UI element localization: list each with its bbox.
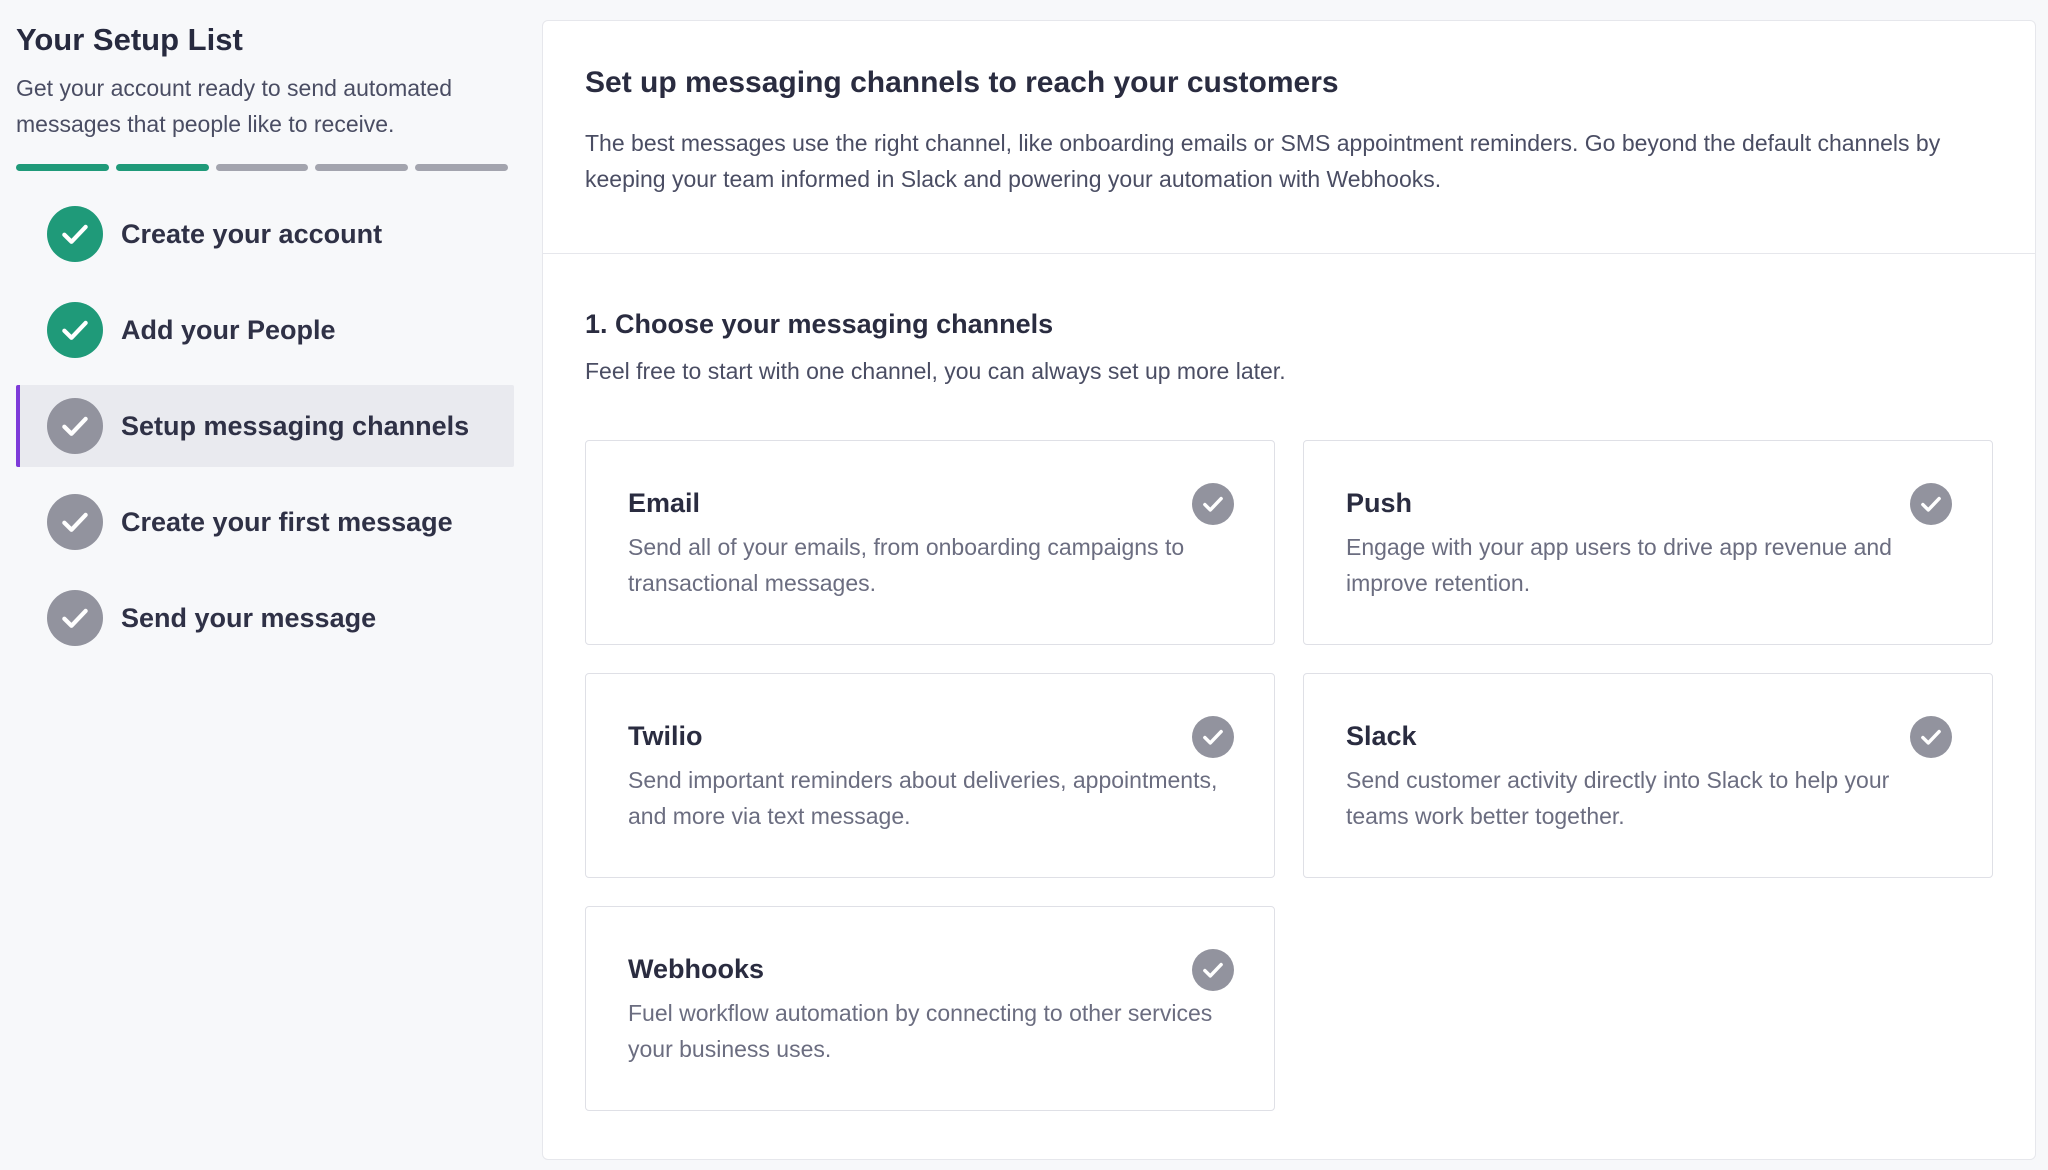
step-label: Add your People [121,314,336,345]
channel-cards: Email Send all of your emails, from onbo… [585,440,1993,1111]
step-create-account[interactable]: Create your account [16,193,514,275]
channel-description: Send important reminders about deliverie… [628,767,1218,829]
channel-description: Send customer activity directly into Sla… [1346,767,1890,829]
setup-sidebar: Your Setup List Get your account ready t… [16,20,514,673]
channel-card-email[interactable]: Email Send all of your emails, from onbo… [585,440,1275,645]
setup-steps: Create your account Add your People Setu… [16,193,514,659]
channel-card-webhooks[interactable]: Webhooks Fuel workflow automation by con… [585,906,1275,1111]
check-circle-icon [47,398,103,454]
channel-section: 1. Choose your messaging channels Feel f… [543,254,2035,1111]
progress-segment [215,164,309,171]
step-label: Send your message [121,602,377,633]
main-panel: Set up messaging channels to reach your … [542,20,2036,1160]
sidebar-title: Your Setup List [16,22,243,57]
check-circle-icon [47,494,103,550]
check-circle-icon[interactable] [1192,483,1234,525]
step-setup-messaging-channels[interactable]: Setup messaging channels [16,385,514,467]
step-label: Create your account [121,218,383,249]
channel-card-push[interactable]: Push Engage with your app users to drive… [1303,440,1993,645]
channel-title: Push [1346,488,1413,518]
check-circle-icon[interactable] [1192,716,1234,758]
page-description: The best messages use the right channel,… [585,130,1941,192]
channel-description: Engage with your app users to drive app … [1346,534,1892,596]
check-circle-icon[interactable] [1192,949,1234,991]
setup-app: Your Setup List Get your account ready t… [0,0,2048,1170]
setup-progress-bar [16,164,508,171]
channel-card-slack[interactable]: Slack Send customer activity directly in… [1303,673,1993,878]
section-subtitle: Feel free to start with one channel, you… [585,358,1286,384]
channel-title: Slack [1346,721,1417,751]
page-title: Set up messaging channels to reach your … [585,66,1339,99]
check-circle-icon [47,590,103,646]
channel-title: Webhooks [628,954,765,984]
progress-segment [16,164,109,171]
step-create-first-message[interactable]: Create your first message [16,481,514,563]
channel-title: Email [628,488,701,518]
main-header: Set up messaging channels to reach your … [543,21,2035,254]
channel-title: Twilio [628,721,703,751]
check-circle-icon[interactable] [1910,483,1952,525]
step-label: Setup messaging channels [121,410,470,441]
step-add-people[interactable]: Add your People [16,289,514,371]
check-circle-icon [47,206,103,262]
channel-description: Fuel workflow automation by connecting t… [628,1000,1213,1062]
step-send-message[interactable]: Send your message [16,577,514,659]
progress-segment [115,164,209,171]
check-circle-icon[interactable] [1910,716,1952,758]
progress-segment [415,164,508,171]
sidebar-subtitle: Get your account ready to send automated… [16,75,452,137]
step-label: Create your first message [121,506,453,537]
progress-segment [315,164,409,171]
channel-card-twilio[interactable]: Twilio Send important reminders about de… [585,673,1275,878]
section-title: 1. Choose your messaging channels [585,309,1054,339]
channel-description: Send all of your emails, from onboarding… [628,534,1185,596]
check-circle-icon [47,302,103,358]
